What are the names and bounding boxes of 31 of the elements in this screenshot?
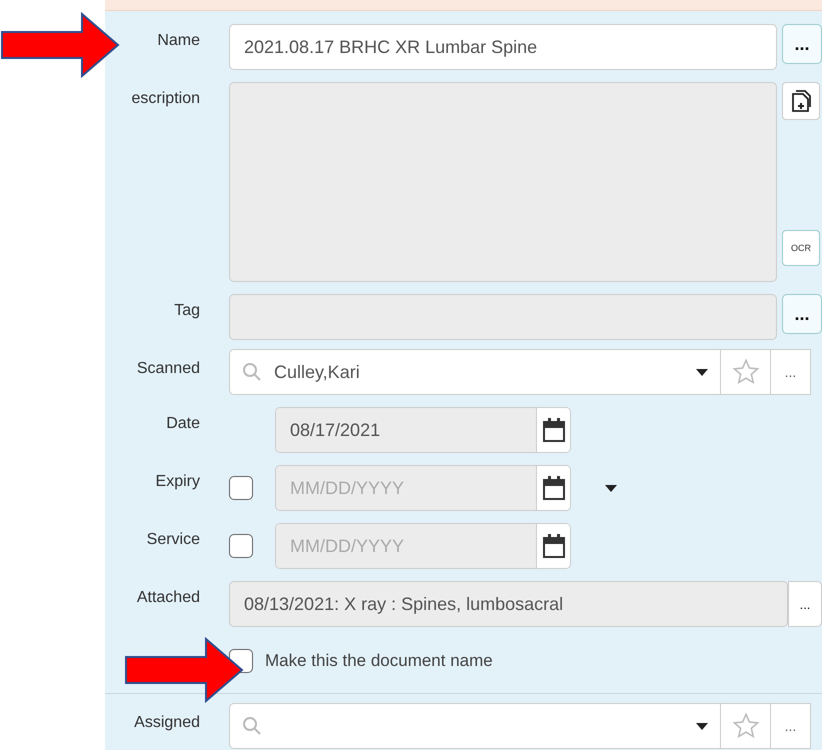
dropdown-caret-icon[interactable] (605, 484, 617, 492)
date-field[interactable]: 08/17/2021 (275, 407, 571, 453)
field-label: Assigned (133, 713, 200, 732)
star-icon (732, 358, 760, 386)
field-label: Expiry (154, 472, 200, 491)
checkbox-label: Make this the document name (265, 651, 493, 671)
field-label: escription (130, 89, 200, 108)
field-label: Date (165, 414, 200, 433)
calendar-icon (542, 417, 566, 443)
field-label: Attached (136, 588, 200, 607)
field-label: Service (146, 530, 200, 549)
more-button[interactable]: ... (782, 24, 822, 64)
dropdown-caret-icon (696, 722, 708, 730)
more-button[interactable]: ... (771, 703, 811, 749)
checkbox[interactable] (229, 476, 253, 500)
text-field[interactable]: 2021.08.17 BRHC XR Lumbar Spine (229, 24, 777, 70)
field-label: Tag (173, 301, 200, 320)
more-button[interactable]: ... (771, 349, 811, 395)
search-icon (242, 716, 262, 736)
star-icon (732, 712, 760, 740)
search-combobox[interactable]: Culley,Kari (229, 349, 721, 395)
add-document-icon[interactable] (782, 82, 820, 120)
dropdown-caret-icon (696, 368, 708, 376)
date-field[interactable]: MM/DD/YYYY (275, 465, 571, 511)
date-field[interactable]: MM/DD/YYYY (275, 523, 571, 569)
field-label: Scanned (136, 359, 200, 378)
calendar-icon (542, 533, 566, 559)
field-label: Name (156, 31, 200, 50)
checkbox[interactable] (229, 534, 253, 558)
search-icon (242, 362, 262, 382)
calendar-icon (542, 475, 566, 501)
